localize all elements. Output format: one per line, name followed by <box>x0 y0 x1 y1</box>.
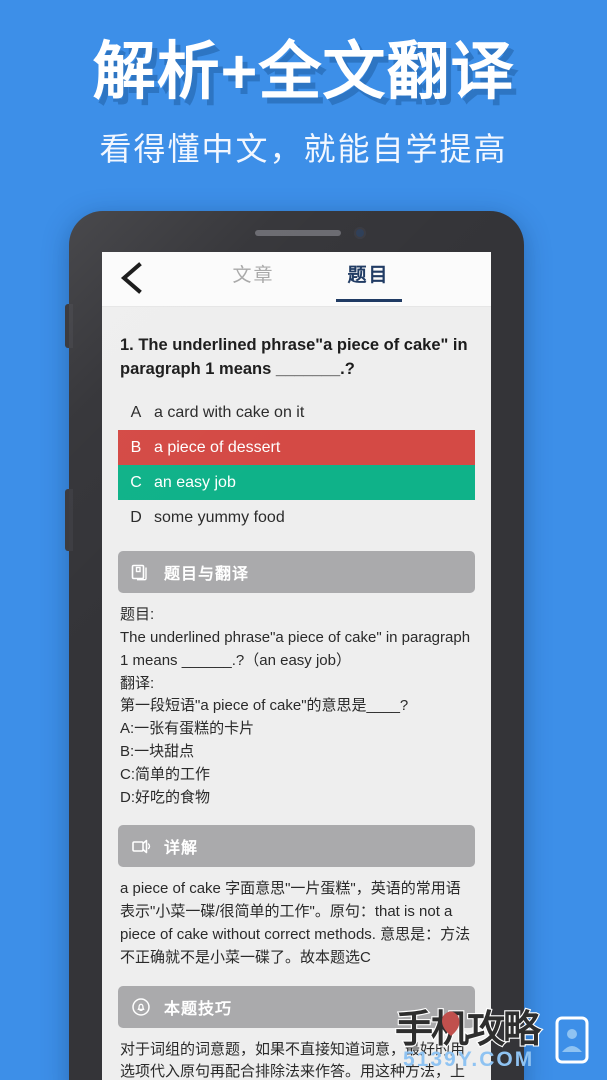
option-c-text: an easy job <box>154 473 236 491</box>
promo-header: 解析+全文翻译 看得懂中文，就能自学提高 <box>0 0 607 210</box>
section-header-translation[interactable]: 题目与翻译 <box>118 551 475 594</box>
power-button[interactable] <box>65 304 73 348</box>
question-content: 1. The underlined phrase"a piece of cake… <box>102 307 491 1080</box>
tab-article[interactable]: 文章 <box>196 252 311 306</box>
option-b-letter: B <box>130 438 142 456</box>
promo-screenshot: 解析+全文翻译 看得懂中文，就能自学提高 文章 题目 1. The underl… <box>0 0 607 1080</box>
tab-questions[interactable]: 题目 <box>311 252 426 306</box>
option-d-letter: D <box>130 508 142 526</box>
section-header-explanation[interactable]: 详解 <box>118 825 475 868</box>
section-body-tips: 对于词组的词意题，如果不直接知道词意，最好的用选项代入原句再配合排除法来作答。用… <box>120 1040 466 1080</box>
promo-subtitle: 看得懂中文，就能自学提高 <box>99 131 508 168</box>
chevron-left-icon[interactable] <box>115 261 147 295</box>
section-label-explanation: 详解 <box>164 840 199 858</box>
front-camera <box>354 227 366 239</box>
app-navbar: 文章 题目 <box>102 252 491 307</box>
option-c-letter: C <box>130 473 142 491</box>
promo-title: 解析+全文翻译 <box>92 37 515 107</box>
option-d-text: some yummy food <box>154 508 285 526</box>
option-a-text: a card with cake on it <box>154 403 305 421</box>
option-a[interactable]: A a card with cake on it <box>118 395 475 430</box>
tab-bar: 文章 题目 <box>196 252 426 306</box>
phone-screen: 文章 题目 1. The underlined phrase"a piece o… <box>102 252 491 1080</box>
earpiece-speaker <box>255 230 341 236</box>
answer-options: A a card with cake on it B a piece of de… <box>118 395 475 535</box>
bell-circle-icon <box>118 997 164 1017</box>
section-header-tips[interactable]: 本题技巧 <box>118 985 475 1028</box>
volume-button[interactable] <box>65 489 73 551</box>
documents-icon <box>118 562 164 582</box>
section-label-translation: 题目与翻译 <box>164 566 250 584</box>
question-stem: 1. The underlined phrase"a piece of cake… <box>120 336 468 379</box>
option-b-text: a piece of dessert <box>154 438 281 456</box>
section-label-tips: 本题技巧 <box>164 1000 233 1018</box>
phone-device: 文章 题目 1. The underlined phrase"a piece o… <box>65 211 524 1080</box>
option-b[interactable]: B a piece of dessert <box>118 430 475 466</box>
option-a-letter: A <box>130 403 142 421</box>
option-d[interactable]: D some yummy food <box>118 500 475 535</box>
section-body-explanation: a piece of cake 字面意思"一片蛋糕"，英语的常用语表示"小菜一碟… <box>120 880 471 966</box>
option-c[interactable]: C an easy job <box>118 465 475 501</box>
section-body-translation: 题目: The underlined phrase"a piece of cak… <box>120 606 471 806</box>
announcement-icon <box>118 836 164 856</box>
